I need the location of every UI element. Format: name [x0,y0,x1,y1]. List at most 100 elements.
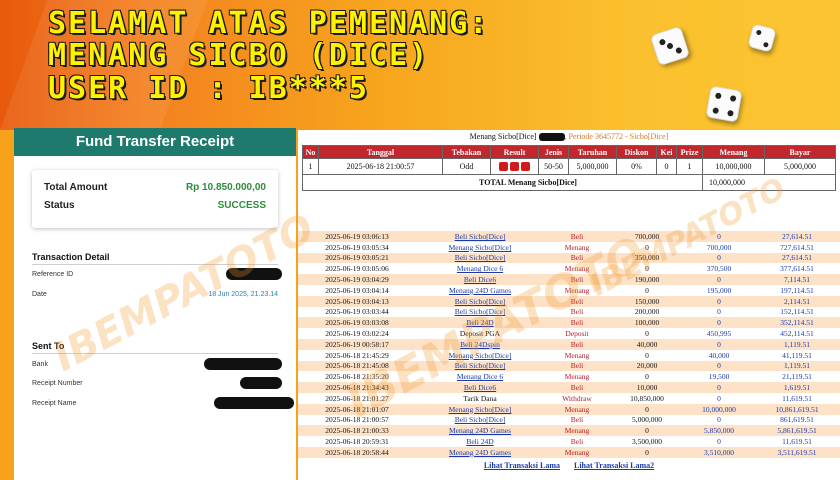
tx-balance: 27,614.51 [754,252,840,264]
status-row: Status SUCCESS [44,200,266,211]
results-title: Menang Sicbo[Dice] , Periode 3645772 - S… [298,132,840,142]
header-taruhan: Taruhan [568,145,617,159]
tx-date: 2025-06-19 03:04:13 [298,295,416,307]
tx-debit: 10,000 [610,382,684,393]
tx-debit: 150,000 [610,295,684,307]
transaction-row: 2025-06-18 21:34:43 Beli Dice6 Beli 10,000 0… [298,382,840,393]
header-bayar: Bayar [764,145,836,159]
tx-credit: 0 [684,382,754,393]
tx-type: Beli [544,360,610,372]
tx-activity-link[interactable]: Beli Sicbo[Dice] [416,295,544,307]
tx-credit: 0 [684,392,754,404]
banner-line-3: USER ID : IB***5 [48,71,369,106]
tx-credit: 10,000,000 [684,403,754,415]
tx-activity-link[interactable]: Beli 24D [416,436,544,447]
cell-tanggal: 2025-06-18 21:00:57 [318,158,443,175]
tx-type: Withdraw [544,392,610,404]
results-title-game: Menang Sicbo[Dice] [469,132,537,141]
tx-activity-link[interactable]: Beli Sicbo[Dice] [416,231,544,242]
tx-activity-link[interactable]: Beli Sicbo[Dice] [416,252,544,264]
tx-activity-link[interactable]: Beli 24D [416,317,544,329]
tx-activity-link[interactable]: Beli Dice6 [416,274,544,285]
redacted-username [538,133,565,142]
tx-activity-link[interactable]: Beli Sicbo[Dice] [416,414,544,426]
total-row: TOTAL Menang Sicbo[Dice] 10,000,000 [302,174,836,191]
tx-type: Menang [544,241,610,253]
tx-balance: 197,114.51 [754,284,840,296]
divider [32,353,278,354]
tx-date: 2025-06-18 21:00:33 [298,425,416,437]
tx-debit: 350,000 [610,252,684,264]
dice-icon [705,85,743,123]
tx-type: Beli [544,414,610,426]
tx-balance: 1,119.51 [754,338,840,350]
transaction-row: 2025-06-18 21:00:57 Beli Sicbo[Dice] Beli 5… [298,414,840,426]
transaction-row: 2025-06-19 03:04:29 Beli Dice6 Beli 190,000… [298,274,840,285]
divider [32,264,278,265]
tx-balance: 5,861,619.51 [754,425,840,437]
tx-debit: 3,500,000 [610,436,684,447]
cell-jenis: 50-50 [538,158,569,175]
bet-summary-table: No Tanggal Tebakan Result Jenis Taruhan Diskon… [302,145,836,191]
tx-debit: 0 [610,241,684,253]
tx-credit: 0 [684,252,754,264]
tx-debit: 0 [610,263,684,275]
tx-credit: 0 [684,231,754,242]
transaction-detail-title: Transaction Detail [32,252,110,262]
total-amount-row: Total Amount Rp 10.850.000,00 [44,182,266,193]
tx-activity-link[interactable]: Menang 24D Games [416,284,544,296]
tx-type: Beli [544,317,610,329]
promo-banner: SELAMAT ATAS PEMENANG: MENANG SICBO (DIC… [0,0,840,130]
tx-activity-link[interactable]: Menang Sicbo[Dice] [416,241,544,253]
tx-credit: 19,500 [684,371,754,383]
tx-type: Beli [544,252,610,264]
date-value: 18 Jun 2025, 21.23.14 [208,291,278,298]
tx-date: 2025-06-18 21:35:20 [298,371,416,383]
tx-activity-link[interactable]: Beli Sicbo[Dice] [416,306,544,318]
cell-tebakan: Odd [442,158,491,175]
tx-balance: 11,619.51 [754,392,840,404]
tx-activity-link[interactable]: Menang 24D Games [416,425,544,437]
tx-date: 2025-06-19 03:03:44 [298,306,416,318]
history-links: Lihat Transaksi Lama Lihat Transaksi Lam… [298,461,840,470]
reference-id-label: Reference ID [32,271,74,278]
tx-activity-link[interactable]: Menang Dice 6 [416,371,544,383]
tx-activity-link[interactable]: Menang Sicbo[Dice] [416,349,544,361]
dice-icon [649,25,691,67]
tx-activity-link[interactable]: Menang Sicbo[Dice] [416,403,544,415]
header-tebakan: Tebakan [442,145,491,159]
tx-debit: 0 [610,446,684,458]
tx-balance: 861,619.51 [754,414,840,426]
header-result: Result [490,145,539,159]
tx-activity-link[interactable]: Menang Dice 6 [416,263,544,275]
tx-date: 2025-06-19 03:05:06 [298,263,416,275]
transaction-row: 2025-06-19 03:05:34 Menang Sicbo[Dice] Men… [298,241,840,253]
tx-balance: 21,119.51 [754,371,840,383]
transaction-row: 2025-06-18 20:59:31 Beli 24D Beli 3,500,000… [298,436,840,447]
header-tanggal: Tanggal [318,145,443,159]
banner-line-1: SELAMAT ATAS PEMENANG: [48,6,490,41]
tx-debit: 5,000,000 [610,414,684,426]
cell-kei: 0 [656,158,677,175]
tx-activity-link[interactable]: Menang 24D Games [416,446,544,458]
transaction-row: 2025-06-19 03:04:13 Beli Sicbo[Dice] Beli 1… [298,295,840,307]
tx-activity-link[interactable]: Beli Sicbo[Dice] [416,360,544,372]
tx-debit: 10,850,000 [610,392,684,404]
transaction-row: 2025-06-19 03:04:14 Menang 24D Games Menan… [298,284,840,296]
tx-debit: 190,000 [610,274,684,285]
transaction-row: 2025-06-18 21:35:20 Menang Dice 6 Menang 0 1… [298,371,840,383]
tx-activity-link[interactable]: Beli Dice6 [416,382,544,393]
status-value: SUCCESS [217,200,266,211]
tx-credit: 0 [684,338,754,350]
tx-credit: 0 [684,274,754,285]
transaction-row: 2025-06-19 03:03:44 Beli Sicbo[Dice] Beli 2… [298,306,840,318]
tx-activity-link[interactable]: Beli 24Dspin [416,338,544,350]
amount-card: Total Amount Rp 10.850.000,00 Status SUC… [32,170,278,228]
receipt-title: Fund Transfer Receipt [14,128,296,156]
transaction-row: 2025-06-19 03:02:24 Deposit PGA Deposit 0 45… [298,328,840,339]
redacted-receipt-number [240,377,282,389]
tx-debit: 200,000 [610,306,684,318]
old-transactions-link[interactable]: Lihat Transaksi Lama [484,461,560,470]
total-amount-value: Rp 10.850.000,00 [185,182,266,193]
old-transactions-2-link[interactable]: Lihat Transaksi Lama2 [574,461,654,470]
